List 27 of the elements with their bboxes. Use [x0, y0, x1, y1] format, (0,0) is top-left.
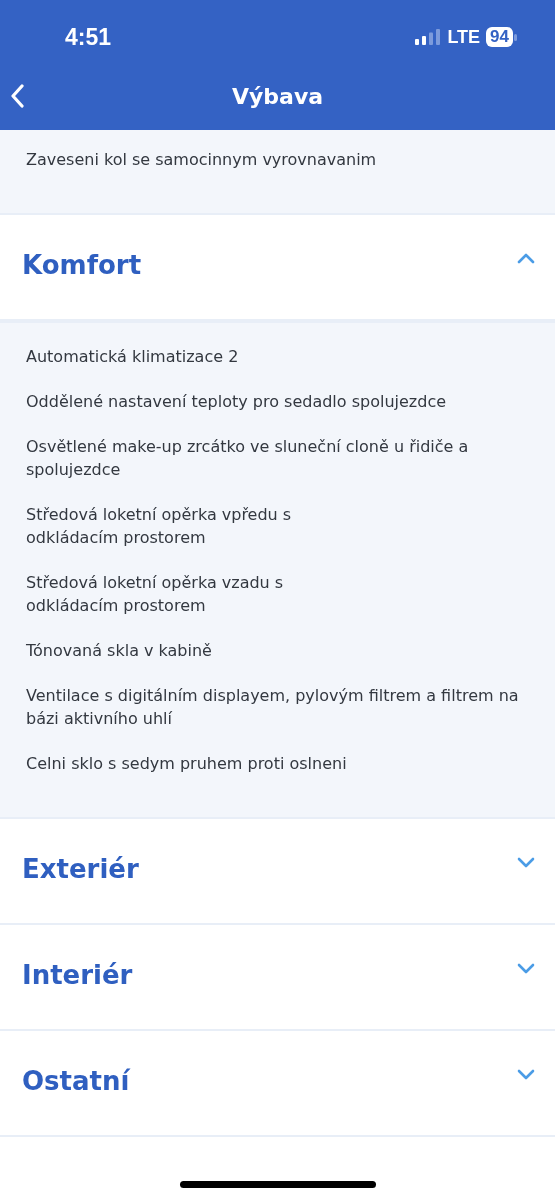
section-title: Exteriér [22, 853, 139, 885]
section-header[interactable]: Interiér [0, 925, 555, 1031]
battery-indicator: 94 [486, 27, 513, 47]
section-title: Interiér [22, 959, 133, 991]
status-time: 4:51 [65, 23, 112, 51]
equipment-item: Osvětlené make-up zrcátko ve sluneční cloně u řidiče a spolujezdce [26, 436, 470, 481]
chevron-down-icon [517, 962, 535, 975]
screen-title: Výbava [231, 83, 324, 109]
chevron-up-icon [517, 252, 535, 265]
section-header[interactable]: Exteriér [0, 819, 555, 925]
signal-icon [415, 29, 442, 45]
equipment-item: Středová loketní opěrka vpředu s odkládacím prostorem [26, 504, 293, 549]
equipment-item: Ventilace s digitálním displayem, pylovým filtrem a filtrem na bázi aktivního uhlí [26, 685, 520, 730]
equipment-item: Oddělené nastavení teploty pro sedadlo spolujezdce [26, 391, 447, 413]
chevron-down-icon [517, 856, 535, 869]
section-title: Komfort [22, 249, 142, 281]
equipment-item: Automatická klimatizace 2 [26, 346, 240, 368]
chevron-down-icon [517, 1068, 535, 1081]
back-icon [10, 84, 24, 108]
battery-tip-icon [514, 33, 517, 41]
network-label: LTE [447, 26, 481, 48]
equipment-item: Celni sklo s sedym pruhem proti oslneni [26, 753, 348, 775]
section-header[interactable]: Ostatní [0, 1031, 555, 1137]
equipment-item: Středová loketní opěrka vzadu s odkládacím prostorem [26, 572, 285, 617]
section-title: Ostatní [22, 1065, 130, 1097]
equipment-item: Tónovaná skla v kabině [26, 640, 213, 662]
equipment-item: Zaveseni kol se samocinnym vyrovnavanim [26, 149, 378, 171]
